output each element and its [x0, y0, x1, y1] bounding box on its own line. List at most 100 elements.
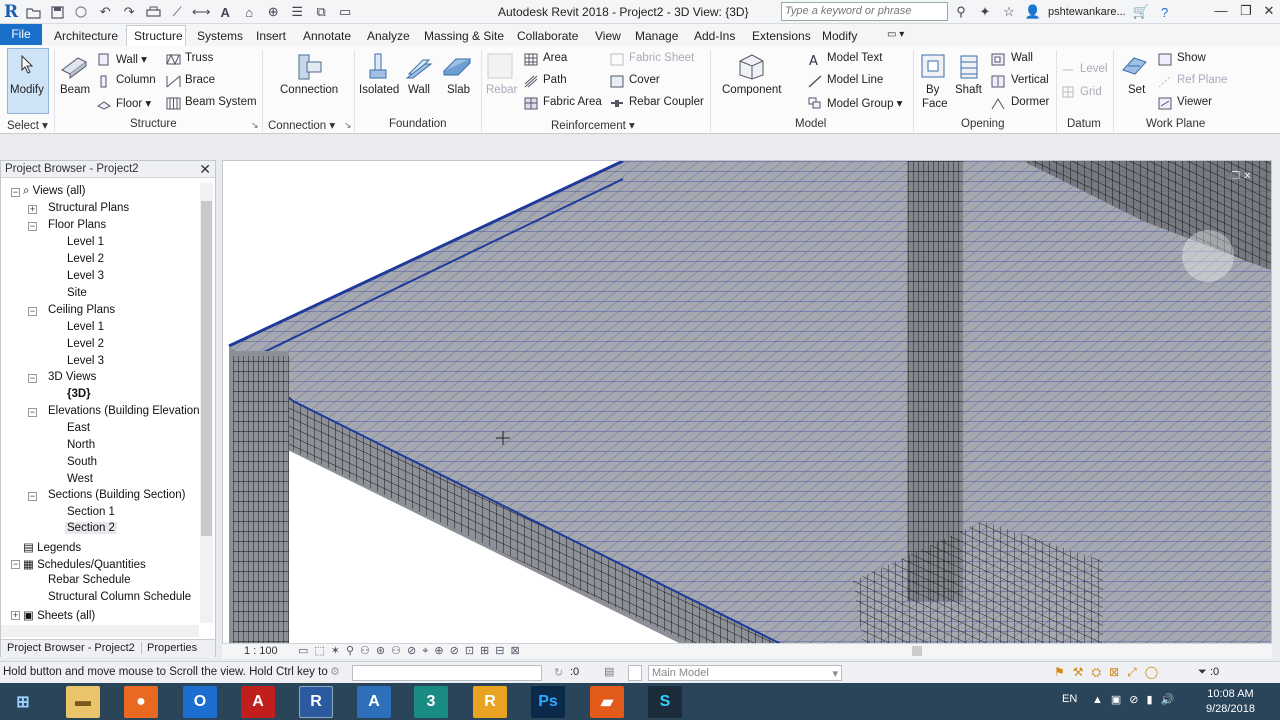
- truss-button[interactable]: Truss: [185, 52, 213, 64]
- minimize-button[interactable]: —: [1210, 3, 1232, 21]
- tree-elevation-south[interactable]: South: [67, 456, 97, 468]
- open-icon[interactable]: [24, 3, 42, 21]
- undo-icon[interactable]: ↶: [96, 3, 114, 21]
- tree-floor-plans[interactable]: Floor Plans: [48, 219, 106, 231]
- tree-section-1[interactable]: Section 1: [67, 506, 115, 518]
- tree-elevation-north[interactable]: North: [67, 439, 95, 451]
- workset-icon[interactable]: ⚙: [330, 665, 340, 678]
- tree-elevation-west[interactable]: West: [67, 473, 93, 485]
- revit-taskbar-icon[interactable]: R: [299, 686, 333, 718]
- tab-view[interactable]: View: [595, 27, 621, 46]
- beam-button[interactable]: Beam: [60, 84, 90, 96]
- reinforcement-panel-title[interactable]: Reinforcement ▾: [551, 118, 635, 132]
- tab-insert[interactable]: Insert: [256, 27, 286, 46]
- close-hidden-icon[interactable]: ⧉: [312, 3, 330, 21]
- wall-foundation-button[interactable]: Wall: [408, 84, 430, 96]
- tab-properties[interactable]: Properties: [141, 642, 197, 654]
- measure-icon[interactable]: ⟋: [168, 3, 186, 21]
- collapse-icon[interactable]: −: [11, 560, 20, 569]
- tab-analyze[interactable]: Analyze: [367, 27, 410, 46]
- fabric-area-button[interactable]: Fabric Area: [543, 96, 602, 108]
- sync-icon[interactable]: [72, 3, 90, 21]
- redo-icon[interactable]: ↷: [120, 3, 138, 21]
- tab-project-browser[interactable]: Project Browser - Project2: [7, 642, 135, 654]
- tree-elevations[interactable]: Elevations (Building Elevation: [48, 405, 200, 417]
- dimension-icon[interactable]: ⟷: [192, 3, 211, 21]
- revit-alt-icon[interactable]: R: [473, 686, 507, 718]
- tab-architecture[interactable]: Architecture: [54, 27, 118, 46]
- tree-ceiling-level-2[interactable]: Level 2: [67, 338, 104, 350]
- set-button[interactable]: Set: [1128, 84, 1145, 96]
- shaft-button[interactable]: Shaft: [955, 84, 982, 96]
- system-tray-icons[interactable]: ▲▣⊘▮🔊: [1092, 693, 1182, 706]
- photoshop-icon[interactable]: Ps: [531, 686, 565, 718]
- component-button[interactable]: Component: [722, 84, 781, 96]
- help-icon[interactable]: ?: [1156, 3, 1174, 21]
- view-scale[interactable]: 1 : 100: [244, 645, 278, 657]
- tree-3d-default[interactable]: {3D}: [67, 388, 91, 400]
- design-option-box[interactable]: [628, 665, 642, 681]
- tree-3d-views[interactable]: 3D Views: [48, 371, 96, 383]
- tree-floor-level-1[interactable]: Level 1: [67, 236, 104, 248]
- rebar-coupler-button[interactable]: Rebar Coupler: [629, 96, 704, 108]
- tree-ceiling-level-3[interactable]: Level 3: [67, 355, 104, 367]
- tab-manage[interactable]: Manage: [635, 27, 678, 46]
- tree-legends[interactable]: ▤ Legends: [23, 540, 81, 554]
- ref-plane-button[interactable]: Ref Plane: [1177, 74, 1228, 86]
- select-panel-title[interactable]: Select ▾: [7, 118, 48, 132]
- level-button[interactable]: Level: [1080, 63, 1108, 75]
- section-icon[interactable]: ⊕: [264, 3, 282, 21]
- autocad-architecture-icon[interactable]: A: [357, 686, 391, 718]
- tab-systems[interactable]: Systems: [197, 27, 243, 46]
- tab-annotate[interactable]: Annotate: [303, 27, 351, 46]
- cover-button[interactable]: Cover: [629, 74, 660, 86]
- grid-button[interactable]: Grid: [1080, 86, 1102, 98]
- tab-modify[interactable]: Modify: [822, 27, 857, 46]
- restore-button[interactable]: ❐: [1235, 3, 1257, 21]
- favorites-star-icon[interactable]: ☆: [1000, 3, 1018, 21]
- 3d-view-icon[interactable]: ⌂: [240, 3, 258, 21]
- selection-tools-icons[interactable]: ⚑⚒⛭⊠⤢◯: [1054, 665, 1166, 680]
- tree-sheets[interactable]: ▣ Sheets (all): [23, 608, 95, 622]
- print-icon[interactable]: [144, 3, 162, 21]
- fabric-sheet-button[interactable]: Fabric Sheet: [629, 52, 694, 64]
- tab-extensions[interactable]: Extensions: [752, 27, 811, 46]
- design-options-icon[interactable]: ▤: [604, 665, 614, 678]
- connection-dialog-launcher-icon[interactable]: ↘: [344, 120, 352, 131]
- tab-massing-site[interactable]: Massing & Site: [424, 27, 504, 46]
- search-input[interactable]: Type a keyword or phrase: [781, 2, 948, 21]
- vertical-opening-button[interactable]: Vertical: [1011, 74, 1049, 86]
- model-line-button[interactable]: Model Line: [827, 74, 883, 86]
- explorer-icon[interactable]: ▬: [66, 686, 100, 718]
- collapse-icon[interactable]: −: [28, 408, 37, 417]
- tab-structure[interactable]: Structure: [134, 27, 183, 46]
- by-face-button[interactable]: By: [926, 84, 939, 96]
- system-clock[interactable]: 10:08 AM 9/28/2018: [1206, 687, 1255, 717]
- tree-structural-plans[interactable]: Structural Plans: [48, 202, 129, 214]
- tree-structural-column-schedule[interactable]: Structural Column Schedule: [48, 591, 191, 603]
- tree-schedules[interactable]: ▦ Schedules/Quantities: [23, 557, 146, 571]
- wall-opening-button[interactable]: Wall: [1011, 52, 1033, 64]
- editable-icon[interactable]: ↻: [554, 666, 563, 679]
- show-button[interactable]: Show: [1177, 52, 1206, 64]
- tree-floor-site[interactable]: Site: [67, 287, 87, 299]
- viewcube-icon[interactable]: [1182, 230, 1234, 282]
- area-button[interactable]: Area: [543, 52, 567, 64]
- save-icon[interactable]: [48, 3, 66, 21]
- viewport-window-controls-icon[interactable]: ❐ ✕: [1231, 171, 1252, 182]
- horizontal-scrollbar[interactable]: [1, 625, 199, 637]
- brace-button[interactable]: Brace: [185, 74, 215, 86]
- close-icon[interactable]: ✕: [199, 161, 211, 178]
- revit-logo-icon[interactable]: R: [4, 2, 18, 22]
- thin-lines-icon[interactable]: ☰: [288, 3, 306, 21]
- main-model-dropdown[interactable]: Main Model ▾: [648, 665, 842, 681]
- filter-icon[interactable]: ⏷: [1198, 666, 1207, 679]
- viewer-button[interactable]: Viewer: [1177, 96, 1212, 108]
- floor-button[interactable]: Floor ▾: [116, 96, 151, 110]
- office-icon[interactable]: ▰: [590, 686, 624, 718]
- firefox-icon[interactable]: ●: [124, 686, 158, 718]
- collapse-icon[interactable]: −: [11, 188, 20, 197]
- connection-panel-title[interactable]: Connection ▾: [268, 118, 335, 132]
- ribbon-toggle-icon[interactable]: ▭ ▾: [887, 27, 904, 46]
- tree-views-all[interactable]: ⌕ Views (all): [23, 185, 85, 198]
